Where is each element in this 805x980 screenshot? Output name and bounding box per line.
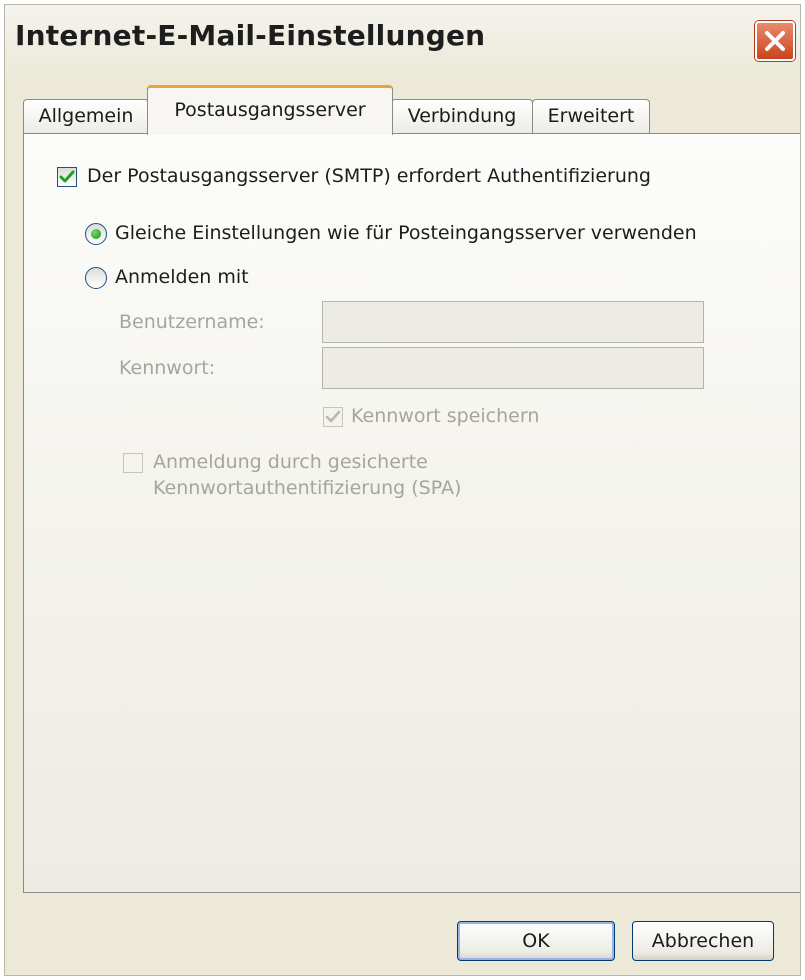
login-with-radio[interactable] bbox=[85, 267, 107, 289]
tab-erweitert[interactable]: Erweitert bbox=[532, 99, 650, 133]
checkmark-icon bbox=[59, 170, 75, 183]
dialog-window: Internet-E-Mail-Einstellungen Allgemein … bbox=[4, 4, 801, 976]
login-with-label: Anmelden mit bbox=[115, 266, 249, 288]
username-label: Benutzername: bbox=[119, 311, 265, 333]
password-label: Kennwort: bbox=[119, 357, 216, 379]
checkmark-icon bbox=[325, 410, 341, 423]
require-auth-checkbox[interactable] bbox=[57, 167, 77, 187]
tab-verbindung[interactable]: Verbindung bbox=[391, 99, 533, 133]
password-input[interactable] bbox=[322, 347, 704, 389]
close-button[interactable] bbox=[755, 21, 795, 61]
save-password-label: Kennwort speichern bbox=[351, 405, 540, 427]
tab-allgemein[interactable]: Allgemein bbox=[23, 99, 149, 133]
spa-label-line1: Anmeldung durch gesicherte bbox=[153, 451, 428, 473]
username-input[interactable] bbox=[322, 301, 704, 343]
window-title: Internet-E-Mail-Einstellungen bbox=[15, 19, 486, 52]
require-auth-label: Der Postausgangsserver (SMTP) erfordert … bbox=[87, 165, 651, 187]
radio-selected-dot bbox=[91, 229, 101, 239]
save-password-checkbox[interactable] bbox=[323, 407, 343, 427]
same-settings-label: Gleiche Einstellungen wie für Posteingan… bbox=[115, 222, 697, 244]
tab-postausgangsserver[interactable]: Postausgangsserver bbox=[147, 85, 393, 135]
tab-panel-postausgangsserver bbox=[23, 133, 800, 893]
same-settings-radio[interactable] bbox=[85, 223, 107, 245]
title-bar[interactable]: Internet-E-Mail-Einstellungen bbox=[5, 5, 800, 77]
close-icon bbox=[765, 31, 785, 51]
ok-button[interactable]: OK bbox=[457, 921, 615, 961]
spa-checkbox[interactable] bbox=[123, 453, 143, 473]
spa-label-line2: Kennwortauthentifizierung (SPA) bbox=[153, 477, 462, 499]
cancel-button[interactable]: Abbrechen bbox=[632, 921, 774, 961]
